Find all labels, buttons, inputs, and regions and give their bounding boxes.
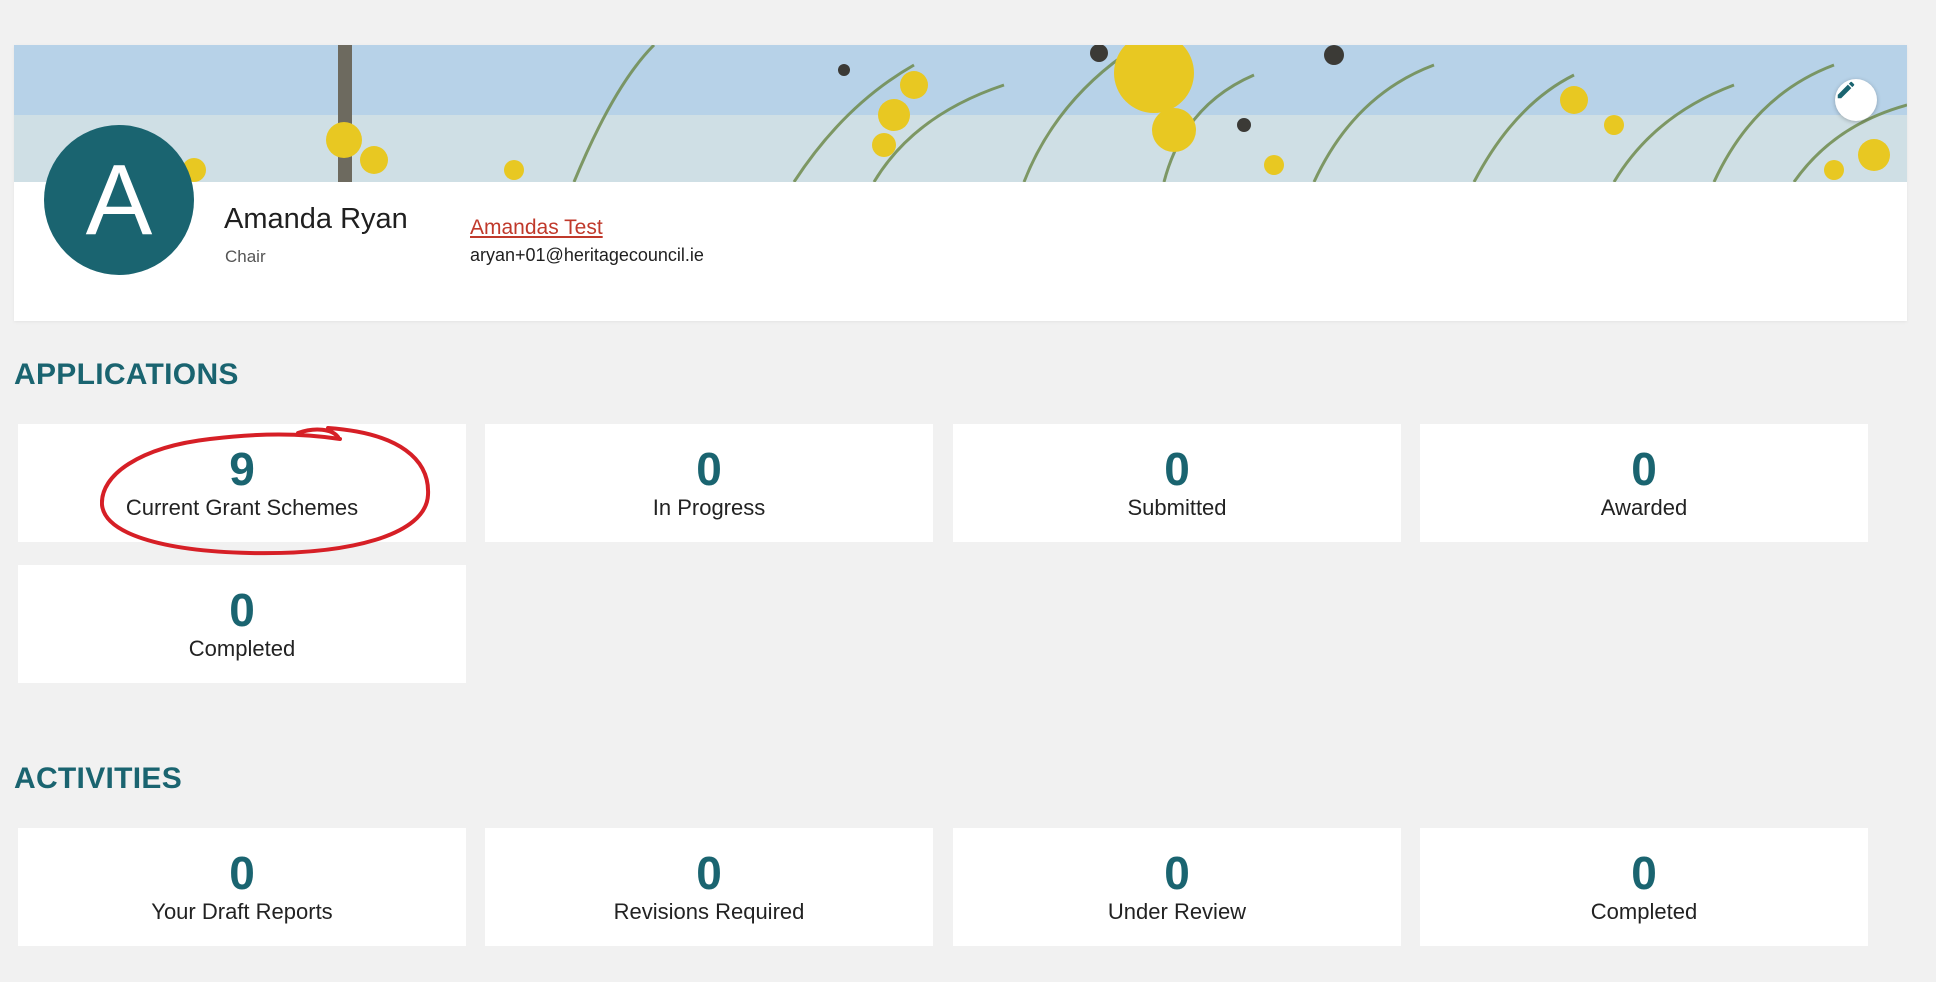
activities-heading: ACTIVITIES <box>14 762 183 795</box>
tile-under-review[interactable]: 0 Under Review <box>953 828 1401 946</box>
tile-in-progress[interactable]: 0 In Progress <box>485 424 933 542</box>
tile-label: Revisions Required <box>613 899 805 924</box>
profile-banner-image <box>14 45 1907 182</box>
organisation-link[interactable]: Amandas Test <box>470 216 603 240</box>
tile-completed-applications[interactable]: 0 Completed <box>18 565 466 683</box>
tile-label: Under Review <box>1107 899 1247 924</box>
tile-revisions-required[interactable]: 0 Revisions Required <box>485 828 933 946</box>
tile-completed-activities[interactable]: 0 Completed <box>1420 828 1868 946</box>
tile-count: 0 <box>696 443 722 495</box>
tile-label: Awarded <box>1600 495 1688 520</box>
tile-awarded[interactable]: 0 Awarded <box>1420 424 1868 542</box>
avatar: A <box>44 125 194 275</box>
tile-label: Submitted <box>1127 495 1227 520</box>
tile-count: 9 <box>229 443 255 495</box>
tile-label: In Progress <box>652 495 766 520</box>
tile-label: Completed <box>1590 899 1698 924</box>
user-email: aryan+01@heritagecouncil.ie <box>470 245 704 265</box>
tile-count: 0 <box>229 584 255 636</box>
tile-label: Your Draft Reports <box>151 899 333 924</box>
applications-heading: APPLICATIONS <box>14 358 239 391</box>
user-name: Amanda Ryan <box>224 203 408 235</box>
tile-label: Completed <box>188 636 296 661</box>
tile-count: 0 <box>1631 443 1657 495</box>
edit-profile-button[interactable] <box>1835 79 1877 121</box>
tile-count: 0 <box>1631 847 1657 899</box>
profile-card: A Amanda Ryan Chair Amandas Test aryan+0… <box>14 45 1907 321</box>
tile-count: 0 <box>696 847 722 899</box>
tile-count: 0 <box>229 847 255 899</box>
user-role: Chair <box>225 247 266 266</box>
tile-count: 0 <box>1164 847 1190 899</box>
tile-current-grant-schemes[interactable]: 9 Current Grant Schemes <box>18 424 466 542</box>
tile-your-draft-reports[interactable]: 0 Your Draft Reports <box>18 828 466 946</box>
tile-count: 0 <box>1164 443 1190 495</box>
tile-submitted[interactable]: 0 Submitted <box>953 424 1401 542</box>
dashboard-page: A Amanda Ryan Chair Amandas Test aryan+0… <box>0 0 1936 982</box>
tile-label: Current Grant Schemes <box>125 495 359 520</box>
